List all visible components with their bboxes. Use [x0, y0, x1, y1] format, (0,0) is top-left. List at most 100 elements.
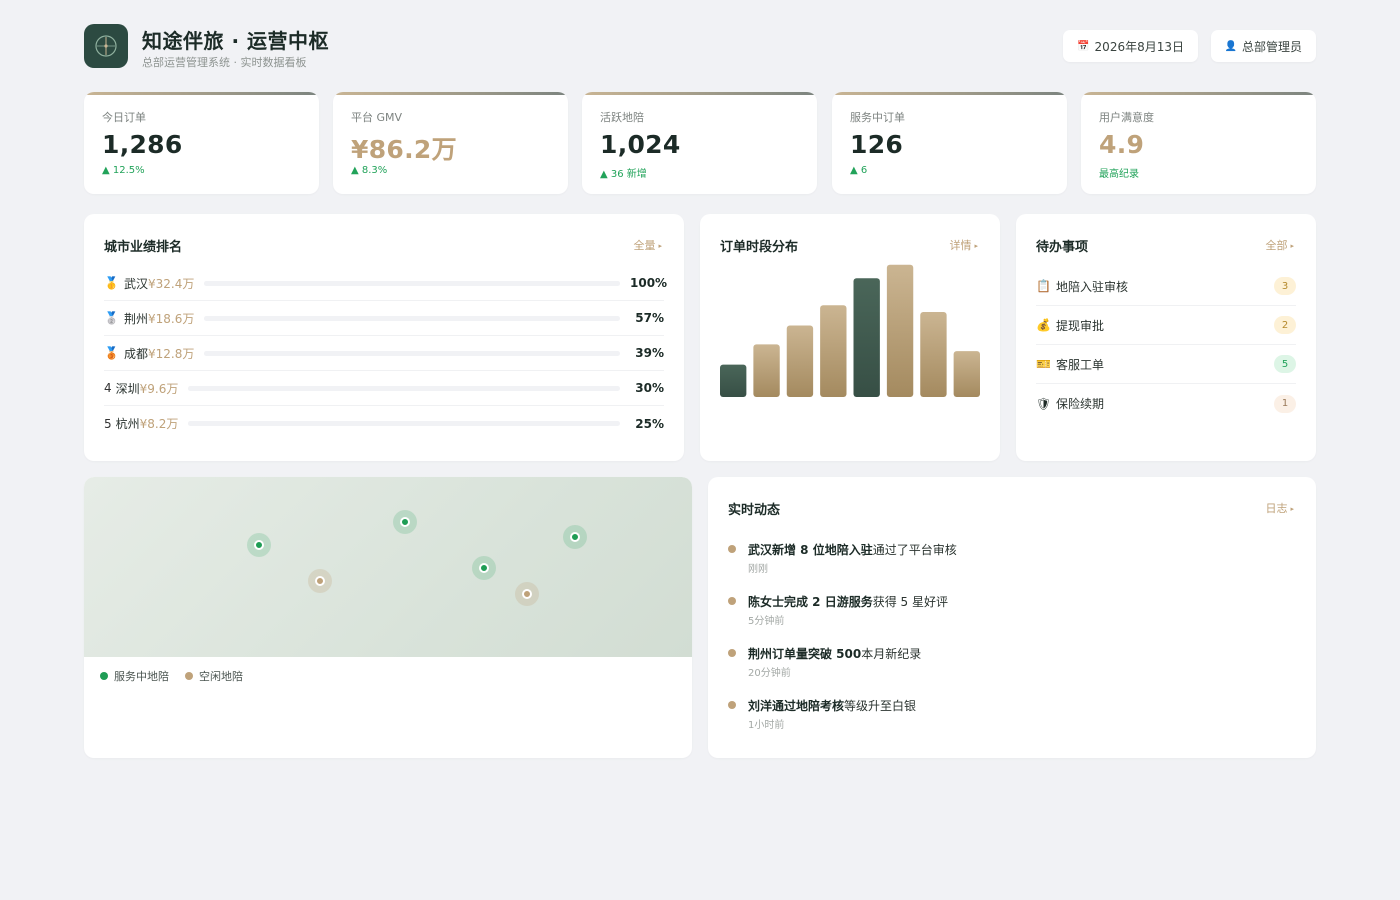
- chart-bar[interactable]: [720, 364, 747, 397]
- todo-item[interactable]: 💰 提现审批 2: [1036, 306, 1296, 345]
- medal-icon: 🥈: [104, 311, 119, 325]
- feed-item[interactable]: 陈女士完成 2 日游服务获得 5 星好评 5分钟前: [728, 593, 1296, 633]
- todo-icon: 💰: [1036, 318, 1051, 332]
- feed-text: 荆州订单量突破 500本月新纪录: [748, 647, 922, 661]
- card-title: 订单时段分布: [720, 240, 799, 255]
- rank-percent: 100%: [630, 276, 668, 290]
- calendar-icon: 📅: [1077, 40, 1090, 52]
- todo-label: 地陪入驻审核: [1056, 279, 1129, 294]
- stat-card-serving[interactable]: 服务中订单 126 ▲ 6: [832, 92, 1067, 194]
- stat-delta: ▲ 8.3%: [351, 165, 388, 176]
- todo-item[interactable]: 🎫 客服工单 5: [1036, 345, 1296, 384]
- arrow-right-icon: ▸: [658, 242, 662, 250]
- rank-progress-bar: [204, 350, 620, 356]
- stat-card-gmv[interactable]: 平台 GMV ¥86.2万 ▲ 8.3%: [333, 92, 568, 194]
- feed-item[interactable]: 武汉新增 8 位地陪入驻通过了平台审核 刚刚: [728, 541, 1296, 581]
- rank-progress-fill: [204, 280, 620, 286]
- rank-percent: 57%: [635, 311, 664, 325]
- rank-row[interactable]: 4 深圳 ¥9.6万 30%: [104, 371, 664, 406]
- rank-row[interactable]: 🥇 武汉 ¥32.4万 100%: [104, 266, 668, 301]
- rank-row[interactable]: 🥈 荆州 ¥18.6万 57%: [104, 301, 664, 336]
- user-name: 总部管理员: [1241, 39, 1302, 54]
- feed-item[interactable]: 刘洋通过地陪考核等级升至白银 1小时前: [728, 697, 1296, 737]
- view-all-link[interactable]: 全部 ▸: [1265, 237, 1294, 253]
- details-link[interactable]: 详情 ▸: [949, 237, 978, 253]
- activity-feed-card: 实时动态 日志 ▸ 武汉新增 8 位地陪入驻通过了平台审核 刚刚 陈女士完成 2 日游…: [708, 477, 1316, 758]
- chart-bar[interactable]: [786, 325, 814, 397]
- rank-row[interactable]: 5 杭州 ¥8.2万 25%: [104, 406, 664, 441]
- todo-item[interactable]: 📋 地陪入驻审核 3: [1036, 267, 1296, 306]
- chart-bar[interactable]: [853, 278, 880, 397]
- log-link[interactable]: 日志 ▸: [1265, 500, 1294, 516]
- feed-item[interactable]: 荆州订单量突破 500本月新纪录 20分钟前: [728, 645, 1296, 685]
- feed-time: 刚刚: [748, 564, 768, 575]
- rank-amount: ¥9.6万: [139, 381, 179, 396]
- feed-text: 武汉新增 8 位地陪入驻通过了平台审核: [748, 543, 957, 557]
- chart-bar[interactable]: [920, 311, 947, 397]
- feed-time: 5分钟前: [748, 616, 785, 627]
- map-marker-idle[interactable]: [515, 582, 539, 606]
- todo-label: 客服工单: [1056, 357, 1105, 372]
- todo-item[interactable]: 🛡 保险续期 1: [1036, 384, 1296, 423]
- map-marker-serving[interactable]: [247, 533, 271, 557]
- rank-amount: ¥12.8万: [148, 346, 195, 361]
- todo-icon: 🎫: [1036, 357, 1051, 371]
- map-marker-serving[interactable]: [472, 556, 496, 580]
- rank-city: 成都: [124, 346, 149, 361]
- map-legend: 服务中地陪 空闲地陪: [100, 668, 259, 684]
- card-title: 城市业绩排名: [104, 240, 183, 255]
- rank-city: 杭州: [115, 417, 140, 431]
- feed-bullet: [728, 545, 736, 553]
- stat-label: 用户满意度: [1099, 111, 1154, 124]
- stat-value: 4.9: [1099, 130, 1145, 159]
- arrow-right-icon: ▸: [974, 242, 978, 250]
- feed-bullet: [728, 649, 736, 657]
- stat-label: 平台 GMV: [351, 111, 403, 124]
- order-distribution-chart: [720, 264, 980, 397]
- chart-bar[interactable]: [820, 305, 847, 397]
- rank-amount: ¥18.6万: [148, 311, 195, 326]
- guide-map[interactable]: [84, 477, 692, 657]
- map-marker-serving[interactable]: [563, 525, 587, 549]
- stat-card-orders[interactable]: 今日订单 1,286 ▲ 12.5%: [84, 92, 319, 194]
- todo-count-badge: 3: [1274, 277, 1296, 295]
- rank-amount: ¥32.4万: [148, 276, 195, 291]
- stat-card-guides[interactable]: 活跃地陪 1,024 ▲ 36 新增: [582, 92, 817, 194]
- rank-progress-bar: [188, 421, 620, 426]
- map-marker-serving[interactable]: [393, 510, 417, 534]
- todo-count-badge: 2: [1274, 316, 1296, 334]
- header: 知途伴旅 · 运营中枢 总部运营管理系统 · 实时数据看板 📅 2026年8月1…: [84, 24, 1316, 69]
- user-pill[interactable]: 👤 总部管理员: [1210, 30, 1316, 62]
- chart-bar[interactable]: [753, 344, 780, 397]
- stat-label: 服务中订单: [850, 111, 905, 124]
- todo-count-badge: 1: [1274, 394, 1296, 413]
- chart-bar[interactable]: [886, 264, 914, 397]
- user-icon: 👤: [1224, 40, 1237, 52]
- rank-row[interactable]: 🥉 成都 ¥12.8万 39%: [104, 336, 664, 371]
- rank-progress-fill: [204, 315, 442, 321]
- page-title: 知途伴旅 · 运营中枢: [142, 29, 330, 53]
- feed-bullet: [728, 701, 736, 709]
- arrow-right-icon: ▸: [1290, 242, 1294, 250]
- todo-icon: 📋: [1036, 279, 1051, 293]
- stat-delta: ▲ 6: [850, 165, 868, 176]
- todo-count-badge: 5: [1274, 355, 1296, 373]
- feed-time: 1小时前: [748, 720, 785, 731]
- stat-delta: ▲ 36 新增: [600, 169, 647, 180]
- rank-percent: 25%: [635, 416, 664, 431]
- medal-icon: 🥇: [104, 276, 119, 290]
- todo-label: 提现审批: [1056, 318, 1105, 333]
- view-all-link[interactable]: 全量 ▸: [633, 237, 662, 253]
- rank-percent: 30%: [635, 381, 664, 395]
- rank-city: 深圳: [115, 381, 140, 396]
- map-marker-idle[interactable]: [308, 569, 332, 593]
- logo[interactable]: [84, 24, 128, 68]
- stat-cards: 今日订单 1,286 ▲ 12.5% 平台 GMV ¥86.2万 ▲ 8.3% …: [84, 92, 1316, 194]
- stat-value: 1,024: [600, 130, 681, 159]
- date-pill[interactable]: 📅 2026年8月13日: [1063, 30, 1198, 62]
- stat-value: ¥86.2万: [351, 135, 457, 164]
- chart-bar[interactable]: [953, 351, 980, 397]
- stat-card-satisfaction[interactable]: 用户满意度 4.9 最高纪录: [1081, 92, 1316, 194]
- stat-delta: 最高纪录: [1099, 169, 1139, 180]
- rank-progress-bar: [204, 280, 620, 286]
